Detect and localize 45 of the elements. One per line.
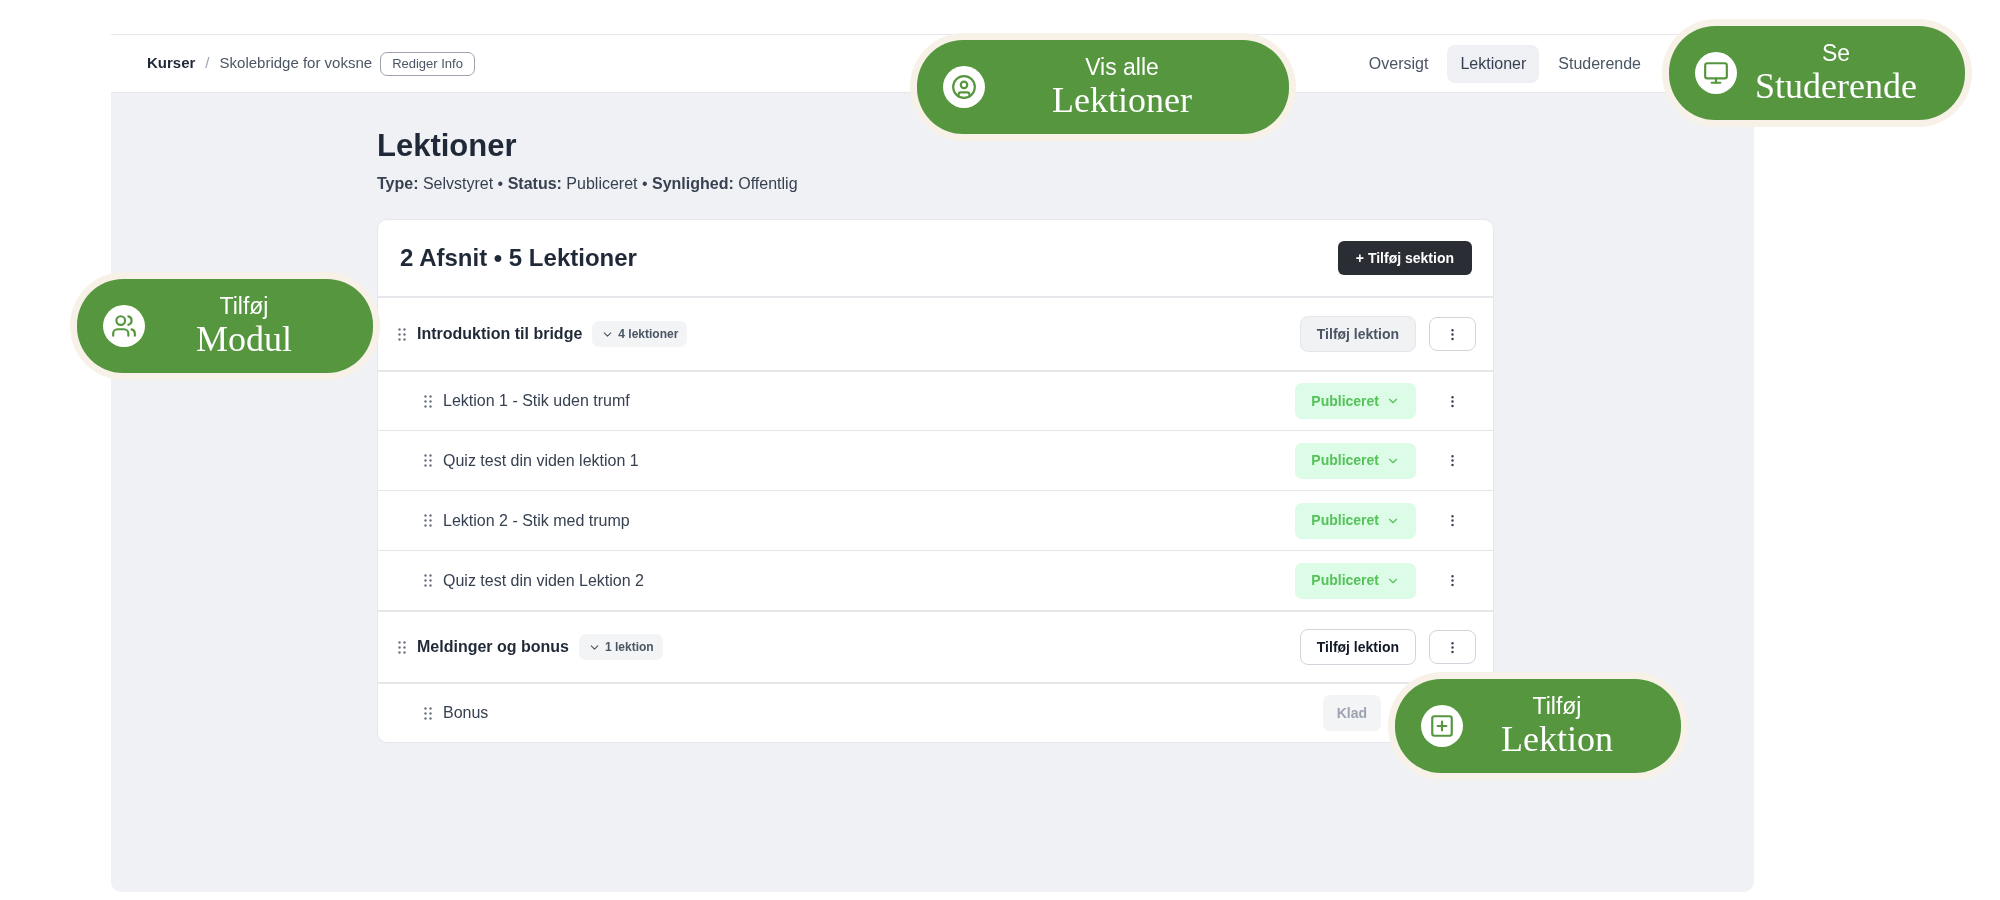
lesson-title: Lektion 2 - Stik med trump — [443, 510, 630, 531]
breadcrumb-link[interactable]: Kurser — [147, 52, 196, 75]
lesson-count-toggle[interactable]: 1 lektion — [579, 634, 663, 660]
callout-title: Modul — [196, 319, 292, 359]
section-title: Introduktion til bridge — [417, 324, 583, 344]
edit-info-button[interactable]: Rediger Info — [380, 51, 475, 76]
lesson-title: Bonus — [443, 703, 489, 723]
callout-button[interactable]: Vis alle Lektioner — [910, 33, 1296, 141]
drag-handle-icon[interactable] — [424, 514, 432, 527]
page-title: Lektioner — [377, 127, 518, 165]
lesson-title: Quiz test din viden Lektion 2 — [443, 570, 644, 591]
callout-caption: Tilføj — [219, 293, 269, 319]
section-title: Meldinger og bonus — [417, 637, 569, 657]
callout-caption: Se — [1821, 40, 1851, 66]
add-lesson-button[interactable]: Tilføj lektion — [1299, 629, 1416, 665]
drag-handle-icon[interactable] — [424, 574, 432, 587]
callout-title: Studerende — [1755, 66, 1917, 106]
callout-title: Lektioner — [1052, 80, 1192, 120]
group-icon — [103, 305, 145, 347]
monitor-icon — [1695, 52, 1737, 94]
breadcrumb-current: Skolebridge for voksne — [219, 53, 373, 74]
drag-handle-icon[interactable] — [398, 327, 406, 341]
plus-icon — [1421, 705, 1463, 747]
callout-title: Lektion — [1501, 719, 1613, 759]
nav-tab[interactable]: Oversigt — [1355, 44, 1442, 83]
user-icon — [943, 66, 985, 108]
add-lesson-button[interactable]: Tilføj lektion — [1299, 316, 1416, 352]
breadcrumb-separator: / — [205, 53, 210, 74]
lesson-title: Lektion 1 - Stik uden trumf — [443, 391, 630, 411]
drag-handle-icon[interactable] — [424, 706, 432, 720]
drag-handle-icon[interactable] — [424, 454, 432, 467]
nav-tab[interactable]: Studerende — [1545, 44, 1654, 83]
lesson-count-toggle[interactable]: 4 lektioner — [592, 321, 688, 347]
callout-button[interactable]: Se Studerende — [1662, 19, 1972, 127]
card-title: 2 Afsnit • 5 Lektioner — [400, 243, 637, 273]
callout-caption: Tilføj — [1532, 693, 1582, 719]
course-meta: Type: Selvstyret • Status: Publiceret • Synlighed: Offentlig — [377, 174, 799, 194]
lesson-title: Quiz test din viden lektion 1 — [443, 450, 639, 471]
add-section-button[interactable]: + Tilføj sektion — [1337, 241, 1472, 275]
nav-tab[interactable]: Lektioner — [1447, 44, 1540, 83]
callout-caption: Vis alle — [1085, 54, 1159, 80]
callout-button[interactable]: Tilføj Modul — [70, 272, 380, 380]
drag-handle-icon[interactable] — [424, 394, 432, 408]
callout-button[interactable]: Tilføj Lektion — [1388, 672, 1688, 780]
drag-handle-icon[interactable] — [398, 640, 406, 654]
